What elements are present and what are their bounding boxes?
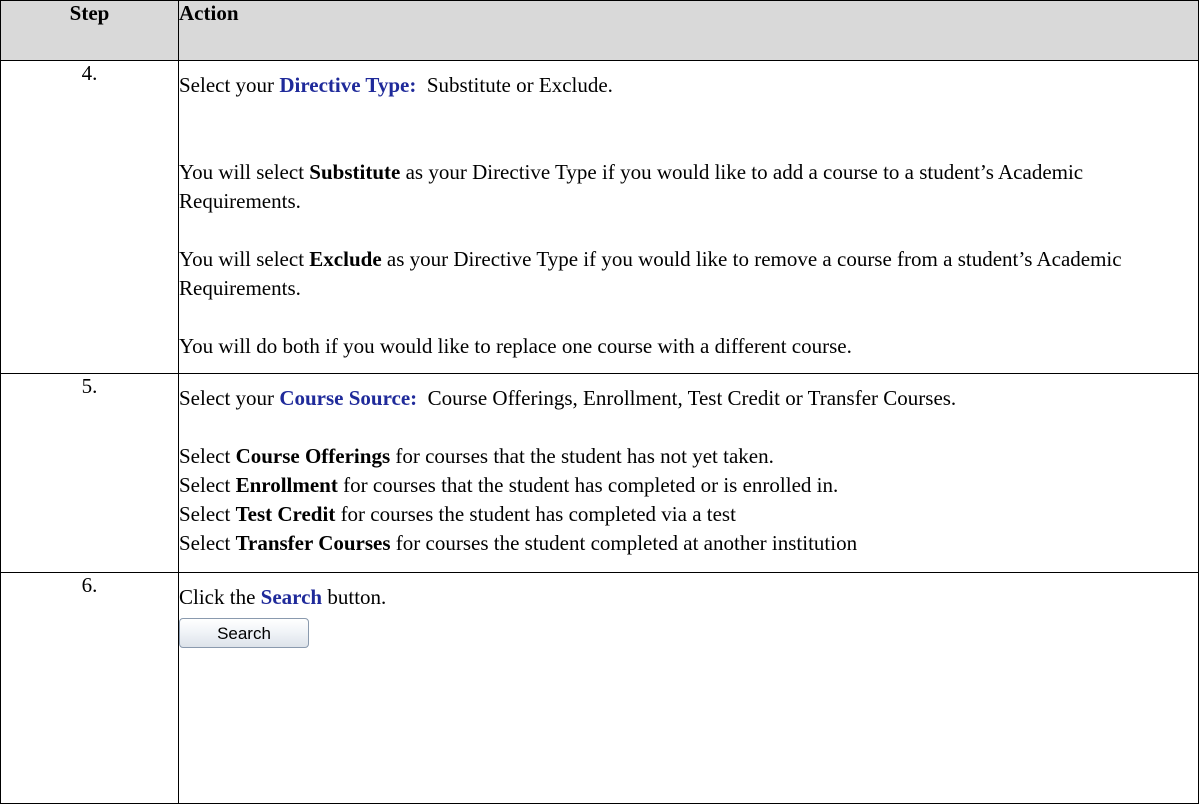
text: You will select xyxy=(179,160,310,184)
action-cell: Select your Course Source: Course Offeri… xyxy=(178,373,1199,573)
action-column-header: Action xyxy=(178,0,1199,61)
text: Select your xyxy=(179,386,280,410)
step-number: 6. xyxy=(0,572,179,804)
text: for courses that the student has complet… xyxy=(337,473,839,497)
text: for courses the student has completed vi… xyxy=(335,502,736,526)
text: Select xyxy=(179,502,236,526)
paragraph-substitute: You will select Substitute as your Direc… xyxy=(179,158,1198,216)
keyword-transfer-courses: Transfer Courses xyxy=(235,531,391,555)
step-column-header: Step xyxy=(0,0,179,61)
keyword-test-credit: Test Credit xyxy=(235,502,336,526)
instruction-line: Click the Search button. xyxy=(179,583,1198,612)
list-item: Select Course Offerings for courses that… xyxy=(179,442,1198,471)
text: Select xyxy=(179,531,236,555)
keyword-course-source: Course Source: xyxy=(279,386,418,410)
step-number: 5. xyxy=(0,373,179,573)
text: button. xyxy=(322,585,387,609)
paragraph-exclude: You will select Exclude as your Directiv… xyxy=(179,245,1198,303)
text: Course Offerings, Enrollment, Test Credi… xyxy=(417,386,957,410)
keyword-enrollment: Enrollment xyxy=(235,473,338,497)
keyword-course-offerings: Course Offerings xyxy=(235,444,391,468)
list-item: Select Transfer Courses for courses the … xyxy=(179,529,1198,558)
action-cell: Click the Search button. Search xyxy=(178,572,1199,804)
text: You will select xyxy=(179,247,310,271)
header-row: Step Action xyxy=(0,0,1199,61)
text: for courses the student completed at ano… xyxy=(390,531,858,555)
step-number: 4. xyxy=(0,60,179,374)
table-row-step-6: 6. Click the Search button. Search xyxy=(0,572,1199,804)
keyword-directive-type: Directive Type: xyxy=(279,73,417,97)
keyword-substitute: Substitute xyxy=(309,160,401,184)
text: Select your xyxy=(179,73,280,97)
list-item: Select Test Credit for courses the stude… xyxy=(179,500,1198,529)
action-cell: Select your Directive Type: Substitute o… xyxy=(178,60,1199,374)
paragraph-both: You will do both if you would like to re… xyxy=(179,334,852,358)
search-button[interactable]: Search xyxy=(179,618,309,648)
table-row-step-5: 5. Select your Course Source: Course Off… xyxy=(0,373,1199,573)
instruction-line: Select your Directive Type: Substitute o… xyxy=(179,71,1198,100)
procedure-table: Step Action 4. Select your Directive Typ… xyxy=(0,0,1199,804)
text: Select xyxy=(179,473,236,497)
table-row-step-4: 4. Select your Directive Type: Substitut… xyxy=(0,60,1199,374)
text: Click the xyxy=(179,585,261,609)
text: for courses that the student has not yet… xyxy=(390,444,774,468)
keyword-search: Search xyxy=(260,585,323,609)
instruction-line: Select your Course Source: Course Offeri… xyxy=(179,384,1198,413)
text: Substitute or Exclude. xyxy=(416,73,613,97)
text: Select xyxy=(179,444,236,468)
list-item: Select Enrollment for courses that the s… xyxy=(179,471,1198,500)
keyword-exclude: Exclude xyxy=(309,247,382,271)
